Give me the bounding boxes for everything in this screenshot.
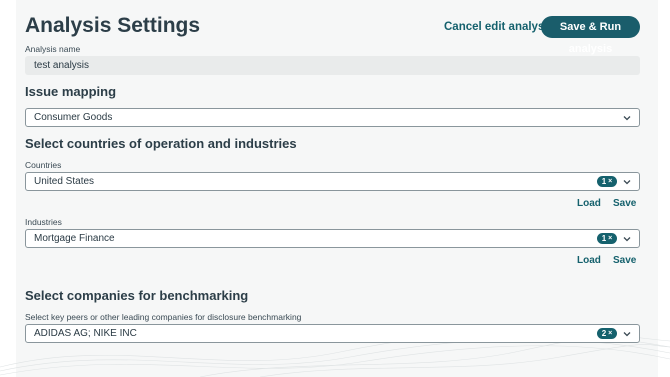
benchmarking-label: Select key peers or other leading compan… bbox=[25, 312, 302, 322]
chevron-down-icon bbox=[623, 180, 631, 185]
page-title: Analysis Settings bbox=[25, 14, 201, 37]
industries-label: Industries bbox=[25, 217, 62, 227]
countries-label: Countries bbox=[25, 160, 62, 170]
benchmarking-count: 2 bbox=[601, 329, 607, 338]
save-and-run-button[interactable]: Save & Run analysis bbox=[541, 16, 640, 55]
benchmarking-select[interactable]: ADIDAS AG; NIKE INC 2 × bbox=[25, 324, 640, 343]
industries-select[interactable]: Mortgage Finance 1 × bbox=[25, 229, 640, 248]
analysis-name-input[interactable]: test analysis bbox=[25, 56, 640, 75]
industries-count: 1 bbox=[601, 234, 607, 243]
countries-select[interactable]: United States 1 × bbox=[25, 172, 640, 191]
countries-load-button[interactable]: Load bbox=[577, 198, 601, 209]
industries-save-button[interactable]: Save bbox=[613, 255, 636, 266]
chevron-down-icon bbox=[623, 116, 631, 121]
analysis-name-label: Analysis name bbox=[25, 44, 81, 54]
industries-count-badge[interactable]: 1 × bbox=[597, 233, 617, 244]
issue-mapping-select[interactable]: Consumer Goods bbox=[25, 108, 640, 127]
close-icon[interactable]: × bbox=[608, 233, 612, 244]
close-icon[interactable]: × bbox=[608, 176, 612, 187]
chevron-down-icon bbox=[623, 332, 631, 337]
benchmarking-count-badge[interactable]: 2 × bbox=[597, 328, 617, 339]
issue-mapping-value: Consumer Goods bbox=[34, 112, 113, 123]
benchmarking-title: Select companies for benchmarking bbox=[25, 288, 249, 303]
benchmarking-value: ADIDAS AG; NIKE INC bbox=[34, 328, 137, 339]
chevron-down-icon bbox=[623, 237, 631, 242]
countries-value: United States bbox=[34, 176, 95, 187]
cancel-edit-link[interactable]: Cancel edit analysis bbox=[444, 21, 554, 33]
countries-industries-title: Select countries of operation and indust… bbox=[25, 136, 297, 151]
industries-value: Mortgage Finance bbox=[34, 233, 115, 244]
industries-load-button[interactable]: Load bbox=[577, 255, 601, 266]
close-icon[interactable]: × bbox=[608, 328, 612, 339]
issue-mapping-title: Issue mapping bbox=[25, 84, 117, 99]
countries-save-button[interactable]: Save bbox=[613, 198, 636, 209]
countries-count: 1 bbox=[601, 177, 607, 186]
countries-count-badge[interactable]: 1 × bbox=[597, 176, 617, 187]
